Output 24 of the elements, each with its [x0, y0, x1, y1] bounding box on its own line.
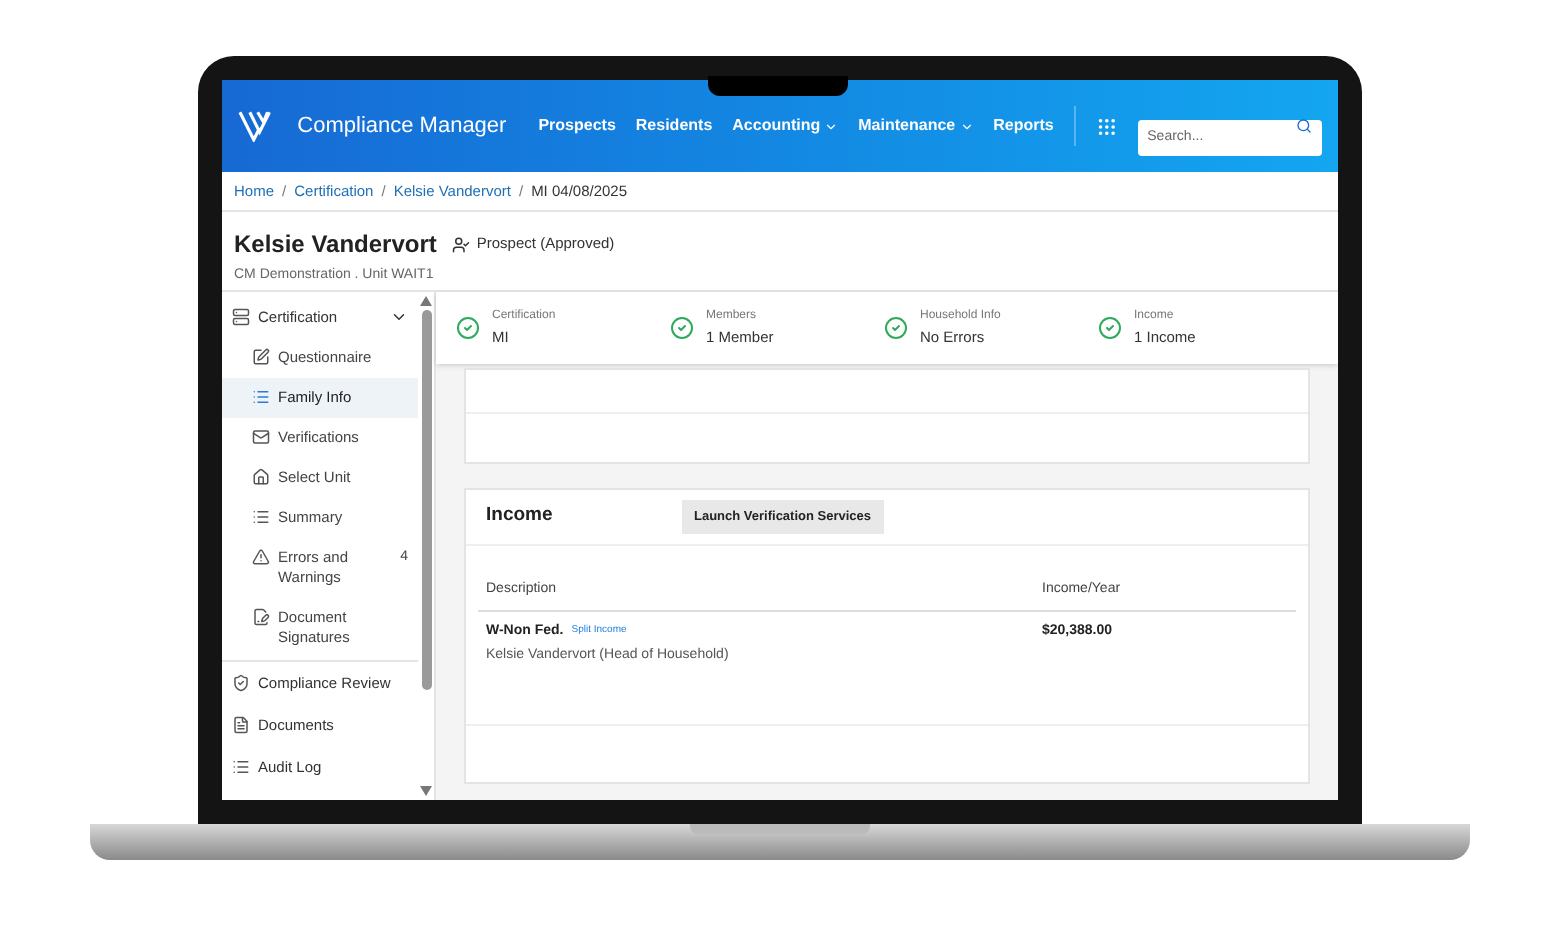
nav-link[interactable]: Residents [635, 114, 713, 138]
envelope-icon [252, 428, 270, 446]
search-icon[interactable] [1296, 118, 1313, 134]
shield-icon [232, 674, 250, 692]
server-icon [232, 308, 250, 326]
edit-icon [252, 348, 270, 366]
house-icon [252, 468, 270, 486]
nav-link[interactable]: Accounting [732, 114, 839, 138]
signed-document-icon [252, 608, 270, 626]
list-icon [232, 758, 250, 776]
card-title: Income [486, 502, 555, 531]
nav-link[interactable]: Prospects [538, 114, 616, 138]
person-name: Kelsie Vandervort [234, 228, 437, 262]
warning-icon [252, 548, 270, 566]
caret-icon [824, 119, 839, 133]
list-icon [252, 388, 270, 406]
person-check-icon [452, 235, 471, 253]
apps-grid-icon[interactable] [1095, 115, 1118, 137]
document-icon [232, 716, 250, 734]
chevron-icon[interactable] [390, 308, 408, 326]
list-icon [252, 508, 270, 526]
camera-notch [708, 76, 848, 96]
brand-name: Compliance Manager [297, 111, 507, 142]
caret-icon [959, 119, 974, 133]
